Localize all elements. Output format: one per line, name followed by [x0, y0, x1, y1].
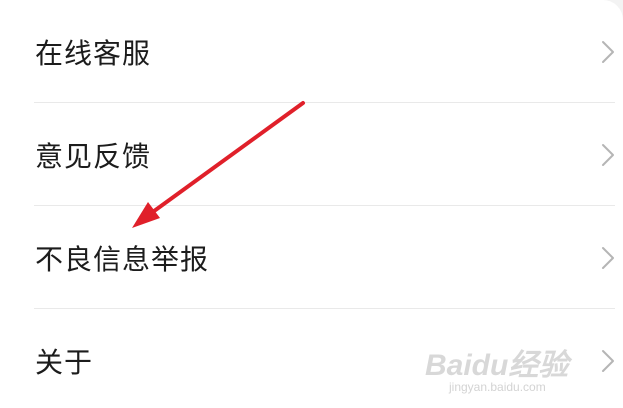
watermark-logo-text: Baidu经验	[425, 349, 569, 382]
baidu-watermark: Baidu经验 jingyan.baidu.com	[425, 336, 615, 406]
chevron-right-icon	[602, 246, 614, 269]
menu-item-online-service[interactable]: 在线客服	[0, 0, 623, 103]
menu-item-label: 在线客服	[35, 36, 152, 70]
watermark-url: jingyan.baidu.com	[449, 380, 546, 394]
menu-item-label: 意见反馈	[35, 139, 152, 173]
menu-item-label: 不良信息举报	[35, 242, 210, 276]
settings-card: 在线客服 意见反馈 不良信息举报 关于 Baidu经验 jingyan.baid…	[0, 0, 623, 408]
chevron-right-icon	[602, 40, 614, 63]
menu-item-label: 关于	[35, 345, 94, 379]
menu-item-report-harmful-info[interactable]: 不良信息举报	[0, 206, 623, 309]
menu-item-feedback[interactable]: 意见反馈	[0, 103, 623, 206]
chevron-right-icon	[602, 143, 614, 166]
